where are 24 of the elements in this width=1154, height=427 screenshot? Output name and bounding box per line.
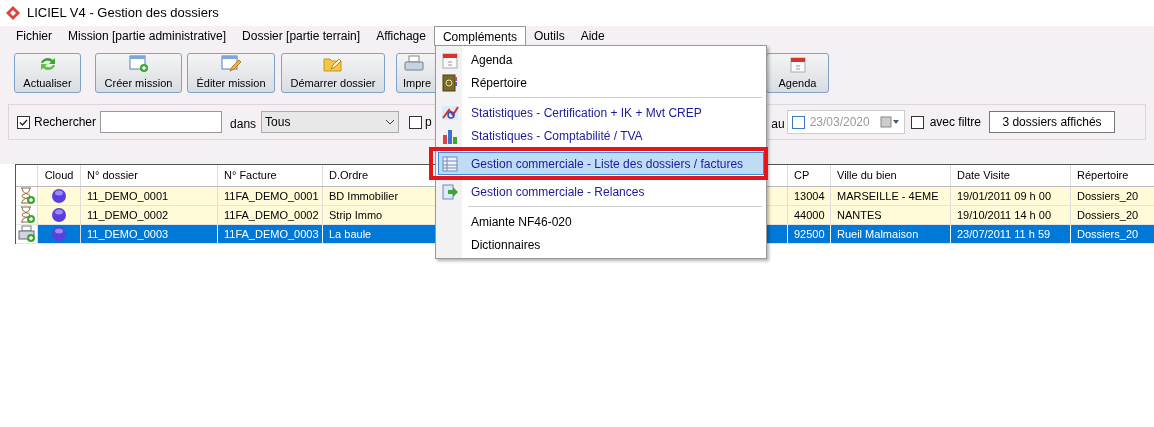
option-label: p bbox=[425, 114, 432, 131]
table-cell: Dossiers_20 bbox=[1071, 187, 1154, 205]
table-cell: 19/10/2011 14 h 00 bbox=[951, 206, 1071, 224]
table-cell: 13004 bbox=[788, 187, 831, 205]
window-title: LICIEL V4 - Gestion des dossiers bbox=[27, 4, 219, 23]
table-cell: 11_DEMO_0002 bbox=[81, 206, 218, 224]
filter-label: avec filtre bbox=[929, 114, 981, 131]
table-cell: 19/01/2011 09 h 00 bbox=[951, 187, 1071, 205]
table-cell: 92500 bbox=[788, 225, 831, 243]
table-cell: 44000 bbox=[788, 206, 831, 224]
table-cell: 11_DEMO_0001 bbox=[81, 187, 218, 205]
table-cell: Rueil Malmaison bbox=[831, 225, 951, 243]
date-label: au bbox=[771, 116, 785, 133]
table-cell: Dossiers_20 bbox=[1071, 225, 1154, 243]
table-cell: MARSEILLE - 4EME bbox=[831, 187, 951, 205]
table-cell: 11FA_DEMO_0003 bbox=[218, 225, 323, 243]
table-cell: 11_DEMO_0003 bbox=[81, 225, 218, 243]
search-label: Rechercher bbox=[34, 114, 97, 131]
table-cell: NANTES bbox=[831, 206, 951, 224]
table-cell: 11FA_DEMO_0001 bbox=[218, 187, 323, 205]
scope-label: dans bbox=[230, 116, 257, 133]
table-cell: Dossiers_20 bbox=[1071, 206, 1154, 224]
table-cell: 11FA_DEMO_0002 bbox=[218, 206, 323, 224]
table-cell: 23/07/2011 11 h 59 bbox=[951, 225, 1071, 243]
